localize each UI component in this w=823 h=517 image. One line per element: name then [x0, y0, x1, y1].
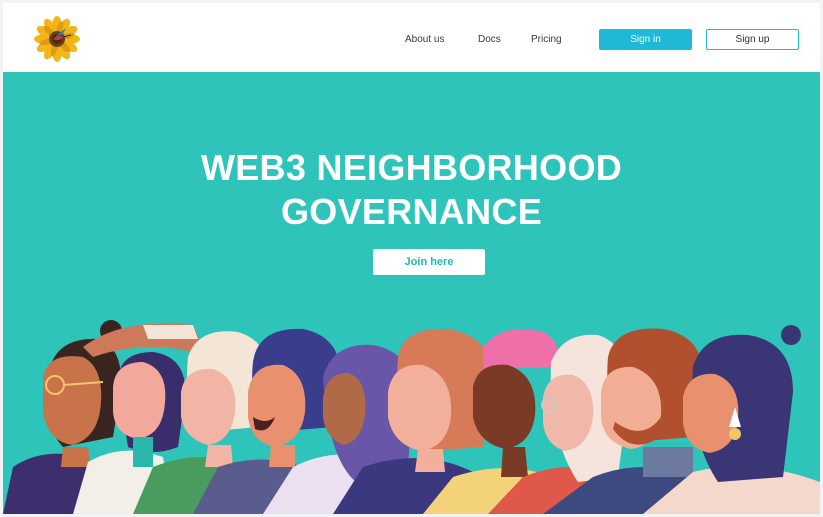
nav-about-us-link[interactable]: About us: [405, 34, 444, 45]
hero-section: WEB3 NEIGHBORHOOD GOVERNANCE Join here: [3, 72, 820, 514]
hero-title-line-2: GOVERNANCE: [280, 191, 543, 232]
hero-title-line-1: WEB3 NEIGHBORHOOD: [200, 147, 623, 188]
sunflower-logo-icon[interactable]: [33, 15, 81, 63]
nav-pricing-link[interactable]: Pricing: [531, 34, 562, 45]
sign-in-button[interactable]: Sign in: [599, 29, 692, 50]
join-here-button[interactable]: Join here: [373, 249, 485, 275]
sign-up-button[interactable]: Sign up: [706, 29, 799, 50]
site-header: About us Docs Pricing Sign in Sign up: [3, 3, 820, 71]
hero-title: WEB3 NEIGHBORHOOD GOVERNANCE: [3, 146, 820, 234]
page-frame: About us Docs Pricing Sign in Sign up WE…: [3, 3, 820, 514]
nav-docs-link[interactable]: Docs: [478, 34, 501, 45]
crowd-people-illustration: [3, 320, 820, 514]
